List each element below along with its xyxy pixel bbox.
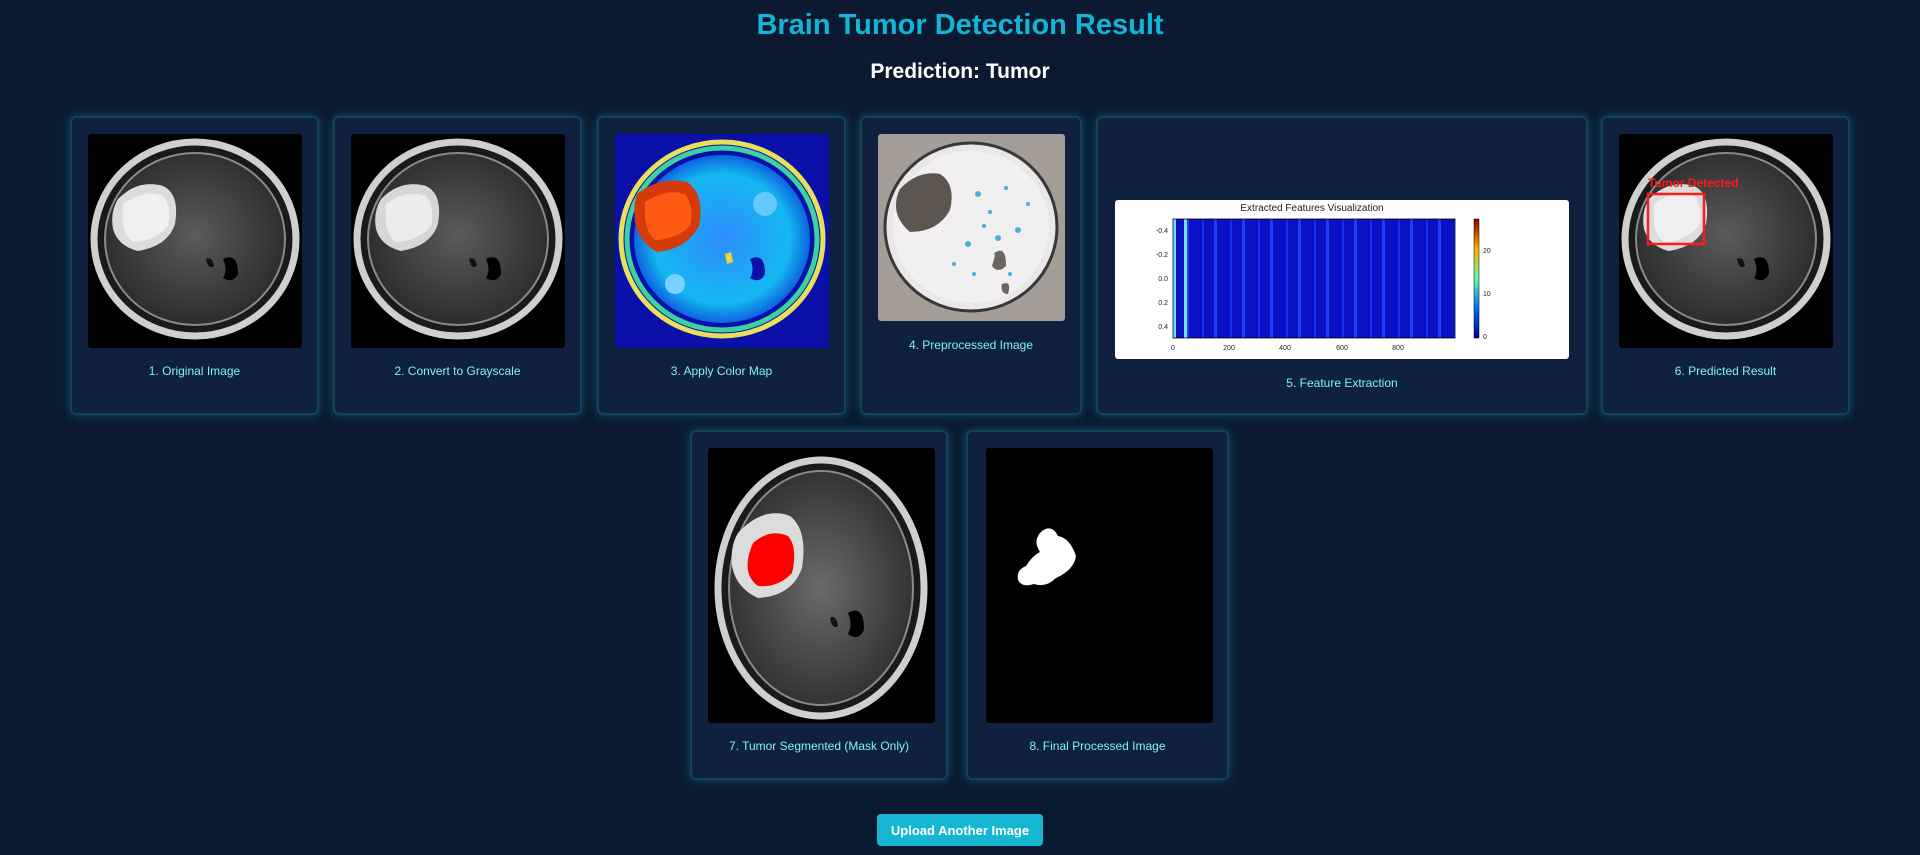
step-caption-predicted: 6. Predicted Result [1674, 364, 1777, 378]
feature-plot-ytick: -0.2 [1156, 252, 1168, 259]
feature-plot-xtick: 200 [1223, 345, 1235, 352]
final-processed-image [986, 448, 1213, 723]
preprocessed-image [878, 134, 1065, 321]
step-caption-segmented: 7. Tumor Segmented (Mask Only) [728, 739, 910, 753]
prediction-label: Prediction: Tumor [870, 60, 1050, 83]
feature-plot-ytick: -0.4 [1156, 228, 1168, 235]
predicted-image: Tumor Detected [1619, 134, 1833, 348]
feature-extraction-plot: Extracted Features Visualization -0.4 -0… [1115, 200, 1569, 359]
step-caption-preprocessed: 4. Preprocessed Image [908, 338, 1034, 352]
step-card-segmented: 7. Tumor Segmented (Mask Only) [690, 430, 948, 780]
feature-plot-cbar-tick: 10 [1483, 291, 1491, 298]
feature-plot-colorbar [1473, 218, 1480, 339]
step-caption-original: 1. Original Image [148, 364, 241, 378]
feature-plot-ytick: 0.2 [1158, 300, 1168, 307]
step-card-preprocessed: 4. Preprocessed Image [860, 116, 1082, 415]
step-card-final: 8. Final Processed Image [966, 430, 1229, 780]
step-card-grayscale: 2. Convert to Grayscale [333, 116, 582, 415]
colormap-image [615, 134, 829, 348]
step-caption-final: 8. Final Processed Image [1029, 739, 1166, 753]
grayscale-image [351, 134, 565, 348]
step-caption-grayscale: 2. Convert to Grayscale [394, 364, 521, 378]
step-card-colormap: 3. Apply Color Map [597, 116, 846, 415]
feature-plot-xtick: 800 [1392, 345, 1404, 352]
upload-another-image-button[interactable]: Upload Another Image [877, 814, 1043, 846]
feature-plot-title: Extracted Features Visualization [1240, 203, 1383, 214]
feature-plot-ytick: 0.0 [1158, 276, 1168, 283]
feature-plot-cbar-tick: 20 [1483, 248, 1491, 255]
step-caption-colormap: 3. Apply Color Map [670, 364, 773, 378]
feature-plot-cbar-tick: 0 [1483, 334, 1487, 341]
tumor-detected-label: Tumor Detected [1648, 176, 1738, 190]
page-title: Brain Tumor Detection Result [756, 9, 1164, 41]
step-card-feature-extraction: Extracted Features Visualization -0.4 -0… [1096, 116, 1588, 415]
feature-plot-xtick: 600 [1336, 345, 1348, 352]
step-card-predicted: Tumor Detected 6. Predicted Result [1601, 116, 1850, 415]
original-image [88, 134, 302, 348]
step-card-original: 1. Original Image [70, 116, 319, 415]
step-caption-feature-extraction: 5. Feature Extraction [1286, 376, 1398, 390]
feature-plot-ytick: 0.4 [1158, 324, 1168, 331]
feature-plot-xtick: 400 [1279, 345, 1291, 352]
feature-plot-xtick: 0 [1171, 345, 1175, 352]
segmented-image [708, 448, 935, 723]
